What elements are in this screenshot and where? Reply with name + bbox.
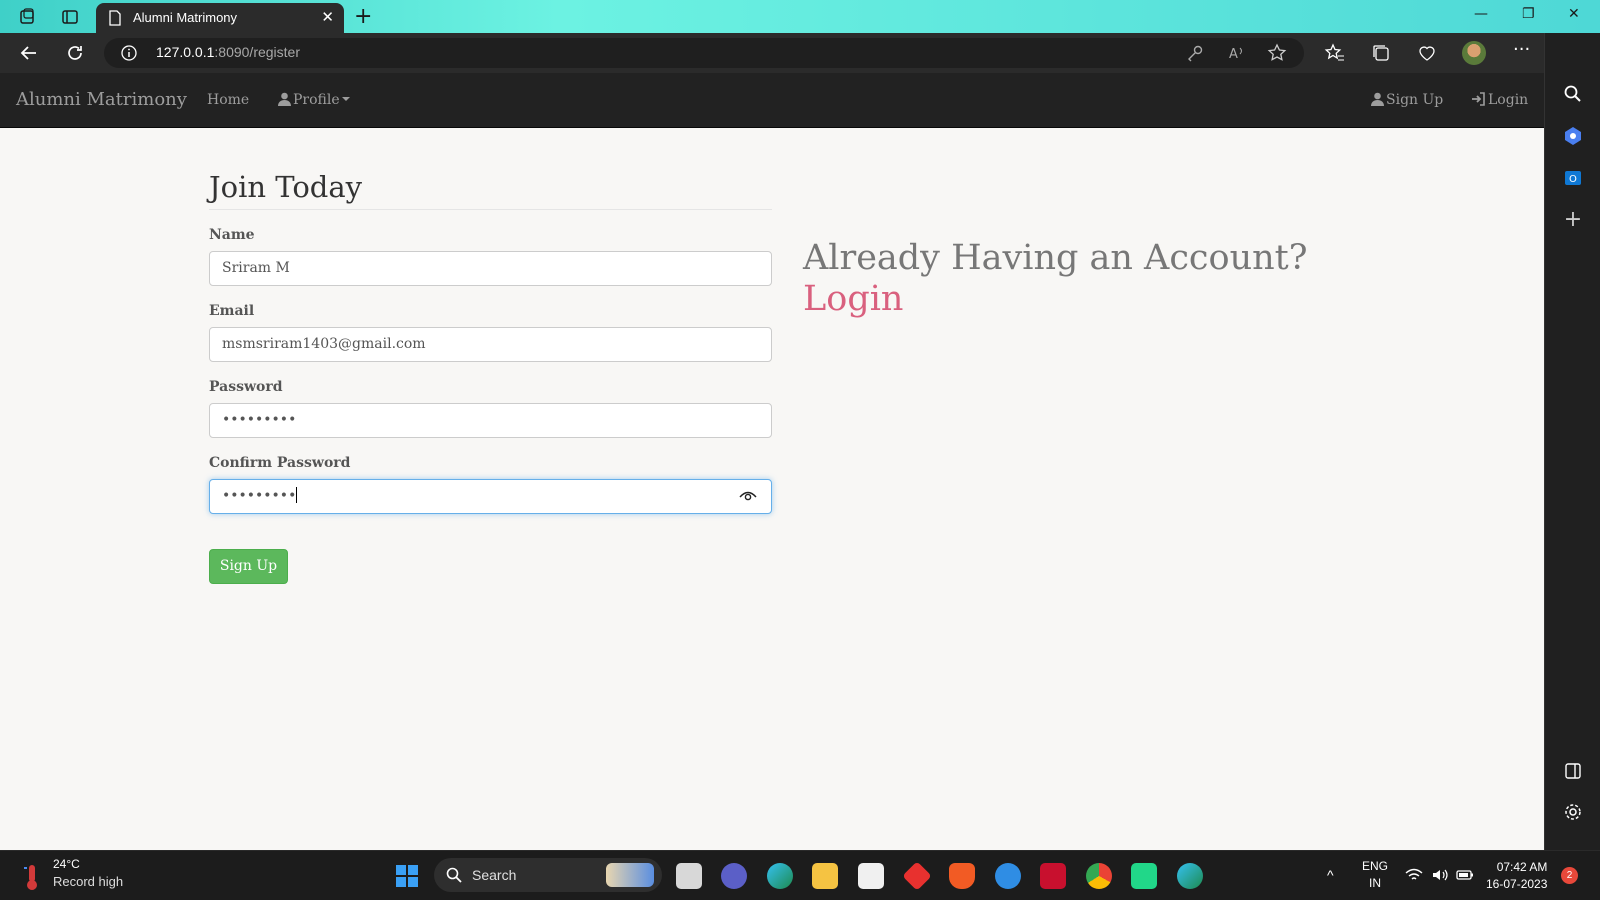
user-icon (1371, 92, 1384, 106)
reveal-password-eye-icon[interactable] (739, 489, 757, 503)
minimize-icon[interactable]: — (1474, 6, 1488, 22)
new-tab-icon[interactable]: + (354, 4, 372, 29)
volume-icon[interactable] (1431, 868, 1449, 882)
weather-temperature[interactable]: 24°C (53, 857, 80, 871)
teams-chat-icon[interactable] (721, 863, 747, 889)
close-tab-icon[interactable]: ✕ (321, 8, 334, 26)
edge-icon[interactable] (767, 863, 793, 889)
login-link[interactable]: Login (803, 279, 1308, 320)
favorites-icon[interactable] (1324, 42, 1346, 64)
diamond-app-icon[interactable] (902, 861, 932, 891)
taskbar-search[interactable]: Search (434, 858, 662, 892)
name-value: Sriram M (222, 260, 290, 276)
help-icon[interactable] (995, 863, 1021, 889)
site-navbar: Alumni Matrimony Home Profile Sign Up Lo… (0, 73, 1544, 128)
name-field[interactable]: Sriram M (209, 251, 772, 286)
clock-time: 07:42 AM (1496, 860, 1548, 874)
task-view-icon[interactable] (676, 863, 702, 889)
nav-profile-dropdown[interactable]: Profile (278, 92, 350, 108)
browser-toolbar: 127.0.0.1:8090/register A ··· (0, 33, 1600, 73)
language-code[interactable]: ENG (1362, 859, 1388, 873)
key-icon[interactable] (1184, 42, 1206, 64)
read-aloud-icon[interactable]: A (1226, 42, 1248, 64)
url-text: 127.0.0.1:8090/register (156, 44, 300, 60)
show-hidden-icons-chevron-icon[interactable]: ^ (1327, 867, 1334, 883)
already-account-text: Already Having an Account? (803, 238, 1308, 278)
name-label: Name (209, 227, 255, 243)
navbar-brand[interactable]: Alumni Matrimony (16, 89, 187, 110)
legend-divider (209, 209, 772, 210)
nav-login[interactable]: Login (1471, 92, 1528, 108)
copilot-shape-icon[interactable] (1562, 125, 1584, 147)
chevron-down-icon (341, 97, 350, 101)
brave-icon[interactable] (949, 863, 975, 889)
pycharm-icon[interactable] (1131, 863, 1157, 889)
email-value: msmsriram1403@gmail.com (222, 336, 426, 352)
close-window-icon[interactable]: ✕ (1568, 6, 1580, 22)
email-label: Email (209, 303, 255, 319)
restore-icon[interactable]: ❐ (1522, 6, 1535, 22)
browser-tab-strip: Alumni Matrimony ✕ + — ❐ ✕ (0, 0, 1600, 33)
thermometer-icon[interactable] (22, 863, 42, 891)
login-icon (1472, 92, 1485, 106)
microsoft-store-icon[interactable] (858, 863, 884, 889)
notification-badge[interactable]: 2 (1561, 867, 1578, 884)
language-region[interactable]: IN (1369, 876, 1381, 890)
web-page: Alumni Matrimony Home Profile Sign Up Lo… (0, 73, 1544, 850)
workspaces-icon[interactable] (18, 8, 36, 26)
settings-gear-icon[interactable] (1562, 801, 1584, 823)
already-account-heading: Already Having an Account? Login (803, 238, 1308, 320)
file-explorer-icon[interactable] (812, 863, 838, 889)
password-label: Password (209, 379, 283, 395)
more-options-icon[interactable]: ··· (1513, 39, 1535, 61)
chrome-icon[interactable] (1086, 863, 1112, 889)
address-bar[interactable]: 127.0.0.1:8090/register A (104, 38, 1304, 68)
user-icon (278, 92, 291, 106)
email-field[interactable]: msmsriram1403@gmail.com (209, 327, 772, 362)
browser-tab-active[interactable]: Alumni Matrimony ✕ (96, 3, 344, 33)
nav-home[interactable]: Home (207, 92, 249, 108)
svg-text:O: O (1569, 174, 1577, 185)
hide-sidebar-icon[interactable] (1562, 760, 1584, 782)
confirm-password-label: Confirm Password (209, 455, 351, 471)
system-clock[interactable]: 07:42 AM 16-07-2023 (1486, 859, 1547, 893)
search-icon (446, 867, 462, 883)
weather-description[interactable]: Record high (53, 874, 123, 889)
battery-icon[interactable] (1456, 868, 1474, 882)
profile-avatar[interactable] (1462, 41, 1486, 65)
password-field[interactable]: ••••••••• (209, 403, 772, 438)
collections-icon[interactable] (1370, 42, 1392, 64)
text-cursor (296, 487, 298, 503)
site-info-icon[interactable] (121, 45, 137, 61)
search-icon[interactable] (1562, 83, 1584, 105)
confirm-password-value: ••••••••• (222, 488, 297, 504)
svg-text:A: A (1229, 47, 1238, 62)
browser-essentials-icon[interactable] (1416, 42, 1438, 64)
nav-signup[interactable]: Sign Up (1371, 92, 1443, 108)
document-icon (109, 10, 121, 26)
tab-title: Alumni Matrimony (133, 10, 238, 25)
form-legend: Join Today (209, 170, 363, 204)
outlook-icon[interactable]: O (1562, 167, 1584, 189)
favorite-star-icon[interactable] (1266, 42, 1288, 64)
password-value: ••••••••• (222, 412, 297, 428)
confirm-password-field[interactable]: ••••••••• (209, 479, 772, 514)
tab-actions-icon[interactable] (61, 8, 79, 26)
search-highlight-image (606, 863, 654, 887)
back-icon[interactable] (18, 42, 40, 64)
wifi-icon[interactable] (1405, 868, 1423, 882)
edge-dev-icon[interactable] (1177, 863, 1203, 889)
mcafee-icon[interactable] (1040, 863, 1066, 889)
add-sidebar-app-icon[interactable]: + (1562, 209, 1584, 231)
edge-sidebar: O + (1544, 33, 1600, 850)
clock-date: 16-07-2023 (1486, 877, 1548, 891)
windows-taskbar: 24°C Record high Search ^ ENG IN 07:42 A… (0, 850, 1600, 900)
taskbar-search-label: Search (472, 867, 517, 883)
refresh-icon[interactable] (64, 42, 86, 64)
signup-submit-button[interactable]: Sign Up (209, 549, 288, 584)
windows-start-icon[interactable] (395, 864, 419, 888)
